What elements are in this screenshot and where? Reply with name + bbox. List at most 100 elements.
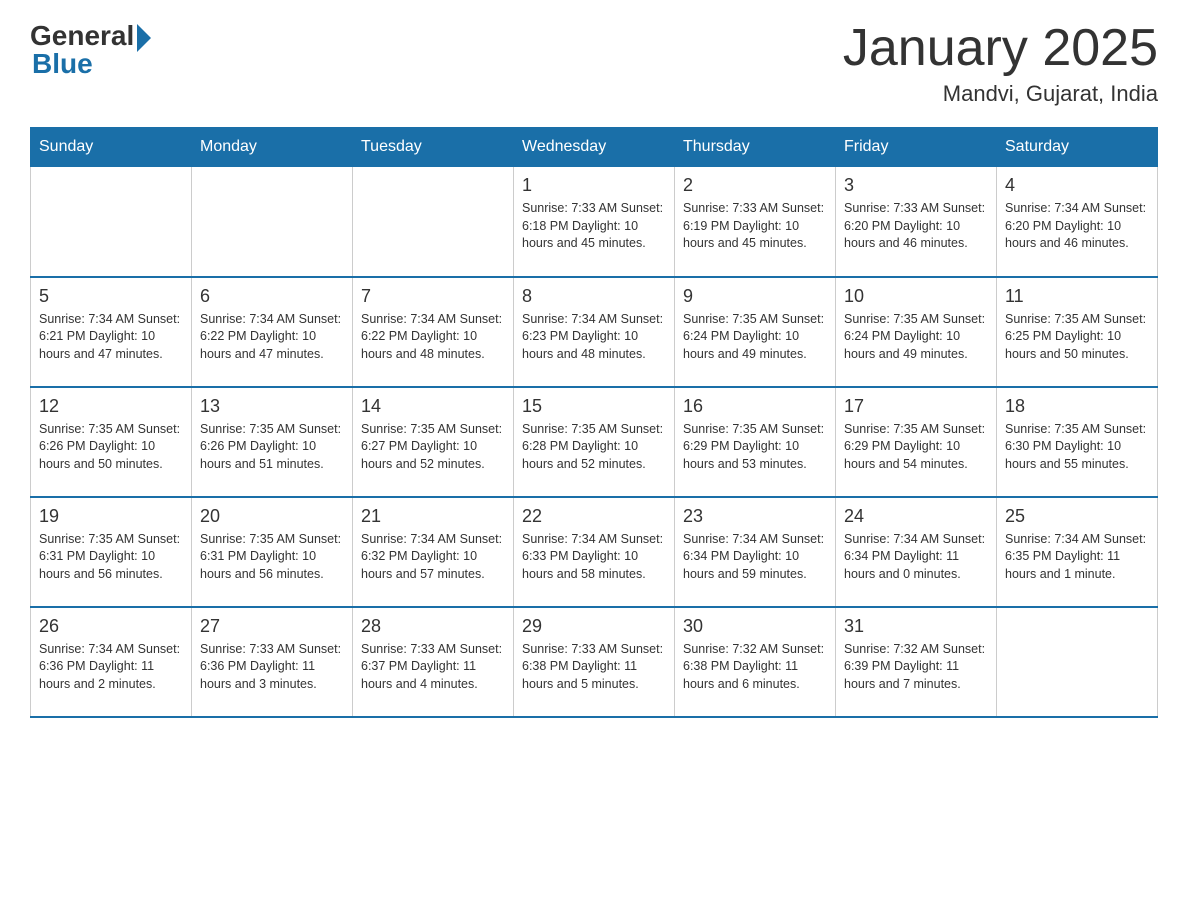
calendar-cell: 27Sunrise: 7:33 AM Sunset: 6:36 PM Dayli… bbox=[192, 607, 353, 717]
calendar-header: SundayMondayTuesdayWednesdayThursdayFrid… bbox=[31, 128, 1158, 167]
day-info: Sunrise: 7:35 AM Sunset: 6:29 PM Dayligh… bbox=[683, 421, 827, 474]
calendar-cell: 15 Sunrise: 7:35 AM Sunset: 6:28 PM Dayli… bbox=[514, 387, 675, 497]
week-row-5: 26Sunrise: 7:34 AM Sunset: 6:36 PM Dayli… bbox=[31, 607, 1158, 717]
day-info: Sunrise: 7:34 AM Sunset: 6:20 PM Dayligh… bbox=[1005, 200, 1149, 253]
day-number: 3 bbox=[844, 175, 988, 196]
day-info: Sunrise: 7:35 AM Sunset: 6:25 PM Dayligh… bbox=[1005, 311, 1149, 364]
day-info: Sunrise: 7:35 AM Sunset: 6:26 PM Dayligh… bbox=[200, 421, 344, 474]
day-info: Sunrise: 7:34 AM Sunset: 6:21 PM Dayligh… bbox=[39, 311, 183, 364]
day-number: 2 bbox=[683, 175, 827, 196]
day-info: Sunrise: 7:35 AM Sunset: 6:31 PM Dayligh… bbox=[200, 531, 344, 584]
day-info: Sunrise: 7:35 AM Sunset: 6:27 PM Dayligh… bbox=[361, 421, 505, 474]
day-info: Sunrise: 7:33 AM Sunset: 6:37 PM Dayligh… bbox=[361, 641, 505, 694]
calendar-cell: 20 Sunrise: 7:35 AM Sunset: 6:31 PM Dayli… bbox=[192, 497, 353, 607]
day-number: 1 bbox=[522, 175, 666, 196]
calendar-cell: 31 Sunrise: 7:32 AM Sunset: 6:39 PM Dayli… bbox=[836, 607, 997, 717]
calendar-cell: 21Sunrise: 7:34 AM Sunset: 6:32 PM Dayli… bbox=[353, 497, 514, 607]
calendar-cell: 18Sunrise: 7:35 AM Sunset: 6:30 PM Dayli… bbox=[997, 387, 1158, 497]
week-row-1: 1 Sunrise: 7:33 AM Sunset: 6:18 PM Daylig… bbox=[31, 167, 1158, 277]
day-number: 25 bbox=[1005, 506, 1149, 527]
day-number: 16 bbox=[683, 396, 827, 417]
day-number: 30 bbox=[683, 616, 827, 637]
day-number: 12 bbox=[39, 396, 183, 417]
header-thursday: Thursday bbox=[675, 128, 836, 167]
day-number: 20 bbox=[200, 506, 344, 527]
calendar-cell: 29Sunrise: 7:33 AM Sunset: 6:38 PM Dayli… bbox=[514, 607, 675, 717]
header-wednesday: Wednesday bbox=[514, 128, 675, 167]
calendar-cell bbox=[997, 607, 1158, 717]
location-title: Mandvi, Gujarat, India bbox=[843, 81, 1158, 107]
calendar-cell: 1 Sunrise: 7:33 AM Sunset: 6:18 PM Daylig… bbox=[514, 167, 675, 277]
calendar-cell: 24 Sunrise: 7:34 AM Sunset: 6:34 PM Dayli… bbox=[836, 497, 997, 607]
calendar-cell: 11 Sunrise: 7:35 AM Sunset: 6:25 PM Dayli… bbox=[997, 277, 1158, 387]
day-number: 19 bbox=[39, 506, 183, 527]
calendar-cell bbox=[192, 167, 353, 277]
calendar-cell: 10Sunrise: 7:35 AM Sunset: 6:24 PM Dayli… bbox=[836, 277, 997, 387]
calendar-cell: 17Sunrise: 7:35 AM Sunset: 6:29 PM Dayli… bbox=[836, 387, 997, 497]
header-monday: Monday bbox=[192, 128, 353, 167]
day-number: 31 bbox=[844, 616, 988, 637]
day-info: Sunrise: 7:34 AM Sunset: 6:33 PM Dayligh… bbox=[522, 531, 666, 584]
page-header: General Blue January 2025 Mandvi, Gujara… bbox=[30, 20, 1158, 107]
day-number: 14 bbox=[361, 396, 505, 417]
calendar-cell: 6 Sunrise: 7:34 AM Sunset: 6:22 PM Daylig… bbox=[192, 277, 353, 387]
calendar-body: 1 Sunrise: 7:33 AM Sunset: 6:18 PM Daylig… bbox=[31, 167, 1158, 717]
calendar-cell: 8Sunrise: 7:34 AM Sunset: 6:23 PM Daylig… bbox=[514, 277, 675, 387]
week-row-3: 12 Sunrise: 7:35 AM Sunset: 6:26 PM Dayli… bbox=[31, 387, 1158, 497]
day-number: 22 bbox=[522, 506, 666, 527]
day-number: 6 bbox=[200, 286, 344, 307]
calendar-cell: 22 Sunrise: 7:34 AM Sunset: 6:33 PM Dayli… bbox=[514, 497, 675, 607]
day-info: Sunrise: 7:32 AM Sunset: 6:39 PM Dayligh… bbox=[844, 641, 988, 694]
calendar-cell: 3 Sunrise: 7:33 AM Sunset: 6:20 PM Daylig… bbox=[836, 167, 997, 277]
day-info: Sunrise: 7:35 AM Sunset: 6:24 PM Dayligh… bbox=[683, 311, 827, 364]
day-number: 27 bbox=[200, 616, 344, 637]
day-info: Sunrise: 7:33 AM Sunset: 6:19 PM Dayligh… bbox=[683, 200, 827, 253]
calendar-cell: 4 Sunrise: 7:34 AM Sunset: 6:20 PM Daylig… bbox=[997, 167, 1158, 277]
calendar-cell bbox=[31, 167, 192, 277]
day-number: 4 bbox=[1005, 175, 1149, 196]
calendar-cell: 30 Sunrise: 7:32 AM Sunset: 6:38 PM Dayli… bbox=[675, 607, 836, 717]
calendar-cell: 19Sunrise: 7:35 AM Sunset: 6:31 PM Dayli… bbox=[31, 497, 192, 607]
day-number: 10 bbox=[844, 286, 988, 307]
calendar-cell: 28Sunrise: 7:33 AM Sunset: 6:37 PM Dayli… bbox=[353, 607, 514, 717]
day-info: Sunrise: 7:35 AM Sunset: 6:28 PM Dayligh… bbox=[522, 421, 666, 474]
week-row-4: 19 Sunrise: 7:35 AM Sunset: 6:31 PM Dayli… bbox=[31, 497, 1158, 607]
day-number: 11 bbox=[1005, 286, 1149, 307]
day-number: 18 bbox=[1005, 396, 1149, 417]
day-info: Sunrise: 7:35 AM Sunset: 6:29 PM Dayligh… bbox=[844, 421, 988, 474]
calendar-cell: 7Sunrise: 7:34 AM Sunset: 6:22 PM Daylig… bbox=[353, 277, 514, 387]
header-friday: Friday bbox=[836, 128, 997, 167]
day-info: Sunrise: 7:33 AM Sunset: 6:20 PM Dayligh… bbox=[844, 200, 988, 253]
calendar-cell: 13 Sunrise: 7:35 AM Sunset: 6:26 PM Dayli… bbox=[192, 387, 353, 497]
week-row-2: 5 Sunrise: 7:34 AM Sunset: 6:21 PM Daylig… bbox=[31, 277, 1158, 387]
day-info: Sunrise: 7:34 AM Sunset: 6:22 PM Dayligh… bbox=[200, 311, 344, 364]
day-number: 26 bbox=[39, 616, 183, 637]
day-number: 13 bbox=[200, 396, 344, 417]
header-tuesday: Tuesday bbox=[353, 128, 514, 167]
calendar-cell: 5 Sunrise: 7:34 AM Sunset: 6:21 PM Daylig… bbox=[31, 277, 192, 387]
calendar-cell: 26Sunrise: 7:34 AM Sunset: 6:36 PM Dayli… bbox=[31, 607, 192, 717]
day-info: Sunrise: 7:34 AM Sunset: 6:34 PM Dayligh… bbox=[844, 531, 988, 584]
day-info: Sunrise: 7:34 AM Sunset: 6:35 PM Dayligh… bbox=[1005, 531, 1149, 584]
calendar-cell: 9 Sunrise: 7:35 AM Sunset: 6:24 PM Daylig… bbox=[675, 277, 836, 387]
day-number: 5 bbox=[39, 286, 183, 307]
calendar-cell: 2 Sunrise: 7:33 AM Sunset: 6:19 PM Daylig… bbox=[675, 167, 836, 277]
day-info: Sunrise: 7:34 AM Sunset: 6:34 PM Dayligh… bbox=[683, 531, 827, 584]
logo-blue-text: Blue bbox=[32, 48, 93, 80]
header-sunday: Sunday bbox=[31, 128, 192, 167]
calendar-cell: 16 Sunrise: 7:35 AM Sunset: 6:29 PM Dayli… bbox=[675, 387, 836, 497]
day-number: 15 bbox=[522, 396, 666, 417]
calendar-cell: 23 Sunrise: 7:34 AM Sunset: 6:34 PM Dayli… bbox=[675, 497, 836, 607]
day-info: Sunrise: 7:32 AM Sunset: 6:38 PM Dayligh… bbox=[683, 641, 827, 694]
day-info: Sunrise: 7:34 AM Sunset: 6:23 PM Dayligh… bbox=[522, 311, 666, 364]
logo-arrow-icon bbox=[137, 24, 151, 52]
day-number: 9 bbox=[683, 286, 827, 307]
day-info: Sunrise: 7:34 AM Sunset: 6:32 PM Dayligh… bbox=[361, 531, 505, 584]
day-number: 23 bbox=[683, 506, 827, 527]
day-info: Sunrise: 7:33 AM Sunset: 6:18 PM Dayligh… bbox=[522, 200, 666, 253]
day-number: 24 bbox=[844, 506, 988, 527]
calendar-table: SundayMondayTuesdayWednesdayThursdayFrid… bbox=[30, 127, 1158, 718]
day-info: Sunrise: 7:35 AM Sunset: 6:26 PM Dayligh… bbox=[39, 421, 183, 474]
day-number: 7 bbox=[361, 286, 505, 307]
calendar-cell: 25 Sunrise: 7:34 AM Sunset: 6:35 PM Dayli… bbox=[997, 497, 1158, 607]
